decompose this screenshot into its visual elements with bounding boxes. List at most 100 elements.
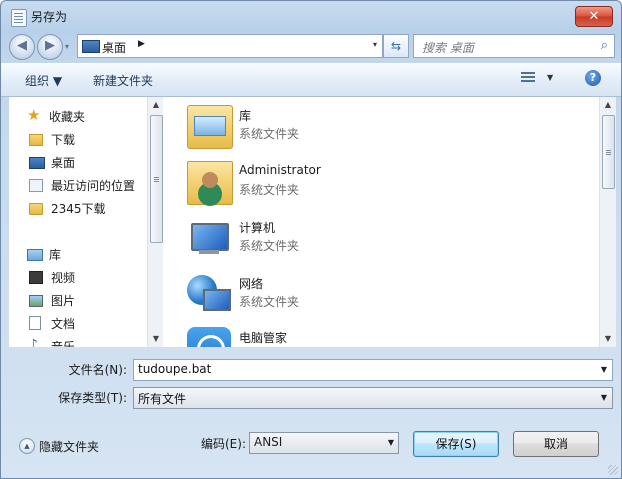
filetype-dropdown-icon[interactable]: ▼ [596, 388, 612, 408]
list-item[interactable]: 计算机 系统文件夹 [183, 213, 583, 263]
scrollbar-thumb[interactable] [150, 115, 163, 243]
network-icon [187, 273, 231, 315]
documents-icon [29, 316, 41, 330]
save-options-form: 文件名(N): tudoupe.bat ▼ 保存类型(T): 所有文件 ▼ [9, 349, 613, 411]
list-item[interactable]: 电脑管家 [183, 323, 583, 347]
sidebar-item-documents[interactable]: 文档 [9, 312, 149, 334]
sidebar-item-videos[interactable]: 视频 [9, 266, 149, 288]
scroll-down-icon[interactable]: ▼ [600, 331, 616, 347]
encoding-label: 编码(E): [201, 437, 246, 451]
music-icon: ♪ [29, 337, 38, 347]
file-list-scrollbar[interactable]: ▲ ▼ [599, 97, 616, 347]
breadcrumb-arrow-icon[interactable]: ▶ [138, 39, 145, 49]
scroll-down-icon[interactable]: ▼ [148, 331, 164, 347]
save-as-dialog: 另存为 ✕ ◀ ▶ ▾ 桌面 ▶ ▾ ⇆ 搜索 桌面 ⌕ 组织 ▼ 新建文件夹 … [0, 0, 622, 479]
chevron-up-icon: ▲ [19, 438, 35, 454]
save-button[interactable]: 保存(S) [413, 431, 499, 457]
desktop-icon [29, 157, 45, 169]
navigation-bar: ◀ ▶ ▾ 桌面 ▶ ▾ ⇆ 搜索 桌面 ⌕ [1, 31, 621, 60]
encoding-dropdown-icon[interactable]: ▼ [388, 438, 394, 447]
computer-icon [187, 217, 231, 259]
list-item[interactable]: Administrator 系统文件夹 [183, 157, 583, 207]
filename-dropdown-icon[interactable]: ▼ [596, 360, 612, 380]
scroll-up-icon[interactable]: ▲ [148, 97, 164, 113]
file-name: 电脑管家 [239, 331, 288, 345]
address-bar[interactable]: 桌面 ▶ ▾ [77, 34, 383, 58]
sidebar-item-libraries[interactable]: 库 [9, 243, 149, 265]
window-title: 另存为 [31, 10, 68, 24]
filename-field[interactable]: tudoupe.bat ▼ [133, 359, 613, 381]
sidebar-item-label: 图片 [51, 294, 76, 308]
sidebar-item-2345-downloads[interactable]: 2345下载 [9, 197, 149, 219]
file-list: 库 系统文件夹 Administrator 系统文件夹 计算机 系统文件夹 网络… [163, 97, 601, 347]
sidebar-item-desktop[interactable]: 桌面 [9, 151, 149, 173]
sidebar-item-favorites[interactable]: ★ 收藏夹 [9, 105, 149, 127]
resize-grip-icon[interactable] [608, 465, 618, 475]
sidebar-item-label: 库 [49, 248, 62, 262]
hide-folders-label: 隐藏文件夹 [39, 440, 100, 454]
search-input[interactable]: 搜索 桌面 ⌕ [413, 34, 615, 58]
encoding-value: ANSI [254, 435, 283, 449]
sidebar-item-label: 下载 [51, 133, 76, 147]
navigation-pane: ★ 收藏夹 下载 桌面 最近访问的位置 2345下载 库 视频 图片 文档 ♪ … [9, 97, 160, 347]
star-icon: ★ [27, 106, 41, 124]
organize-button[interactable]: 组织 ▼ [25, 72, 62, 89]
close-button[interactable]: ✕ [575, 6, 613, 27]
sidebar-item-label: 文档 [51, 317, 76, 331]
address-dropdown-icon[interactable]: ▾ [373, 40, 377, 49]
title-bar: 另存为 ✕ [1, 1, 621, 31]
file-name: Administrator [239, 163, 321, 177]
file-name: 计算机 [239, 221, 276, 235]
list-item[interactable]: 网络 系统文件夹 [183, 269, 583, 319]
sidebar-item-music[interactable]: ♪ 音乐 [9, 335, 149, 347]
dialog-footer: ▲ 隐藏文件夹 编码(E): ANSI ▼ 保存(S) 取消 [1, 419, 621, 478]
sidebar-item-label: 收藏夹 [49, 110, 86, 124]
download-folder-icon [29, 134, 43, 146]
sidebar-item-label: 最近访问的位置 [51, 179, 136, 193]
cancel-button[interactable]: 取消 [513, 431, 599, 457]
recent-places-icon [29, 179, 43, 192]
sidebar-item-recent-places[interactable]: 最近访问的位置 [9, 174, 149, 196]
help-icon[interactable]: ? [585, 70, 601, 86]
file-type: 系统文件夹 [239, 239, 300, 253]
list-item[interactable]: 库 系统文件夹 [183, 101, 583, 151]
navigation-pane-scrollbar[interactable]: ▲ ▼ [147, 97, 164, 347]
sidebar-item-downloads[interactable]: 下载 [9, 128, 149, 150]
file-type: 系统文件夹 [239, 183, 300, 197]
breadcrumb[interactable]: 桌面 [102, 39, 126, 56]
filename-label: 文件名(N): [68, 363, 127, 377]
library-folder-icon [187, 105, 233, 149]
back-button[interactable]: ◀ [9, 34, 35, 60]
command-toolbar: 组织 ▼ 新建文件夹 ▼ ? [1, 63, 621, 97]
notepad-icon [11, 9, 27, 27]
filename-value: tudoupe.bat [138, 362, 212, 376]
file-type: 系统文件夹 [239, 295, 300, 309]
search-placeholder: 搜索 桌面 [422, 41, 474, 55]
view-options-dropdown-icon[interactable]: ▼ [547, 73, 553, 82]
filetype-select[interactable]: 所有文件 ▼ [133, 387, 613, 409]
sidebar-item-pictures[interactable]: 图片 [9, 289, 149, 311]
user-folder-icon [187, 161, 233, 205]
scroll-up-icon[interactable]: ▲ [600, 97, 616, 113]
filetype-label: 保存类型(T): [58, 391, 127, 405]
sidebar-item-label: 音乐 [51, 340, 76, 347]
video-icon [29, 271, 43, 284]
scrollbar-thumb[interactable] [602, 115, 615, 189]
filetype-value: 所有文件 [138, 392, 187, 406]
refresh-button[interactable]: ⇆ [383, 34, 409, 58]
encoding-select[interactable]: ANSI ▼ [249, 432, 399, 454]
file-name: 网络 [239, 277, 264, 291]
desktop-icon [82, 40, 100, 53]
sidebar-item-label: 2345下载 [51, 202, 106, 216]
pc-manager-icon [187, 327, 231, 347]
sidebar-item-label: 视频 [51, 271, 76, 285]
folder-icon [29, 203, 43, 215]
new-folder-button[interactable]: 新建文件夹 [93, 72, 153, 89]
forward-button[interactable]: ▶ [37, 34, 63, 60]
file-type: 系统文件夹 [239, 127, 300, 141]
library-icon [27, 249, 43, 261]
pictures-icon [29, 295, 43, 307]
change-view-icon[interactable] [521, 72, 535, 84]
search-icon[interactable]: ⌕ [601, 38, 608, 53]
recent-locations-dropdown-icon[interactable]: ▾ [65, 42, 69, 51]
